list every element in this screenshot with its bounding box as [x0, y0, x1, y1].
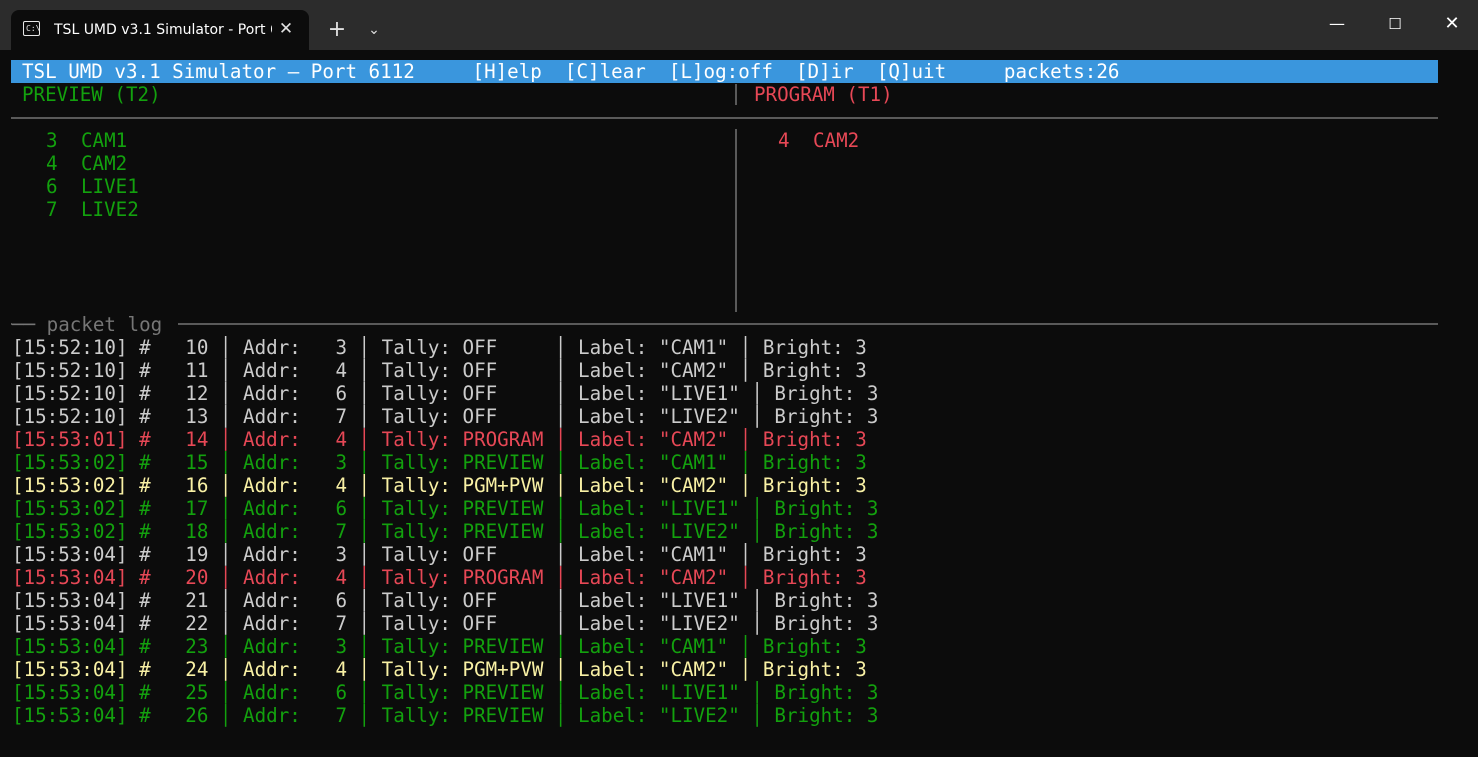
log-row: [15:53:02] # 17 │ Addr: 6 │ Tally: PREVI…	[12, 497, 879, 520]
preview-item-label: LIVE2	[81, 198, 139, 221]
tab-title: TSL UMD v3.1 Simulator - Port 6112	[54, 22, 272, 38]
preview-item-addr: 4	[46, 152, 58, 175]
preview-item-addr: 3	[46, 129, 58, 152]
preview-item-label: CAM1	[81, 129, 128, 152]
preview-item-label: CAM2	[81, 152, 128, 175]
log-row: [15:52:10] # 11 │ Addr: 4 │ Tally: OFF │…	[12, 359, 867, 382]
tab-close-icon[interactable]: ✕	[275, 18, 297, 40]
packet-log-header: ── packet log	[12, 313, 178, 336]
maximize-button[interactable]: ☐	[1372, 8, 1418, 40]
log-row: [15:53:01] # 14 │ Addr: 4 │ Tally: PROGR…	[12, 428, 867, 451]
terminal-icon: C:\	[23, 21, 40, 36]
program-item-addr: 4	[778, 129, 790, 152]
program-panel-title: PROGRAM (T1)	[754, 83, 893, 106]
log-row: [15:53:04] # 26 │ Addr: 7 │ Tally: PREVI…	[12, 704, 879, 727]
log-row: [15:53:02] # 15 │ Addr: 3 │ Tally: PREVI…	[12, 451, 867, 474]
status-bar-text: TSL UMD v3.1 Simulator — Port 6112 [H]el…	[22, 60, 1120, 83]
log-row: [15:53:04] # 19 │ Addr: 3 │ Tally: OFF │…	[12, 543, 867, 566]
preview-item-label: LIVE1	[81, 175, 139, 198]
panel-divider-top	[735, 84, 737, 105]
log-row: [15:52:10] # 13 │ Addr: 7 │ Tally: OFF │…	[12, 405, 879, 428]
new-tab-button[interactable]: +	[325, 18, 349, 42]
log-row: [15:53:02] # 18 │ Addr: 7 │ Tally: PREVI…	[12, 520, 879, 543]
packet-log-divider	[11, 323, 1438, 325]
log-row: [15:53:04] # 21 │ Addr: 6 │ Tally: OFF │…	[12, 589, 879, 612]
log-row: [15:53:04] # 20 │ Addr: 4 │ Tally: PROGR…	[12, 566, 867, 589]
tab-dropdown-chevron-icon[interactable]: ⌄	[362, 18, 386, 42]
log-row: [15:53:04] # 22 │ Addr: 7 │ Tally: OFF │…	[12, 612, 879, 635]
log-row: [15:53:04] # 25 │ Addr: 6 │ Tally: PREVI…	[12, 681, 879, 704]
preview-item-addr: 7	[46, 198, 58, 221]
panel-divider	[735, 129, 737, 312]
terminal-content[interactable]: TSL UMD v3.1 Simulator — Port 6112 [H]el…	[0, 50, 1478, 757]
status-bar: TSL UMD v3.1 Simulator — Port 6112 [H]el…	[11, 60, 1438, 83]
program-item-label: CAM2	[813, 129, 860, 152]
log-row: [15:53:04] # 24 │ Addr: 4 │ Tally: PGM+P…	[12, 658, 867, 681]
log-row: [15:53:04] # 23 │ Addr: 3 │ Tally: PREVI…	[12, 635, 867, 658]
close-window-button[interactable]: ✕	[1429, 8, 1475, 40]
preview-item-addr: 6	[46, 175, 58, 198]
minimize-button[interactable]: —	[1314, 8, 1360, 40]
title-bar: C:\ TSL UMD v3.1 Simulator - Port 6112 ✕…	[0, 0, 1478, 50]
terminal-tab[interactable]: C:\ TSL UMD v3.1 Simulator - Port 6112 ✕	[11, 10, 309, 50]
log-row: [15:52:10] # 10 │ Addr: 3 │ Tally: OFF │…	[12, 336, 867, 359]
log-row: [15:52:10] # 12 │ Addr: 6 │ Tally: OFF │…	[12, 382, 879, 405]
preview-panel-title: PREVIEW (T2)	[22, 83, 161, 106]
log-row: [15:53:02] # 16 │ Addr: 4 │ Tally: PGM+P…	[12, 474, 867, 497]
panel-header-divider	[11, 117, 1438, 119]
